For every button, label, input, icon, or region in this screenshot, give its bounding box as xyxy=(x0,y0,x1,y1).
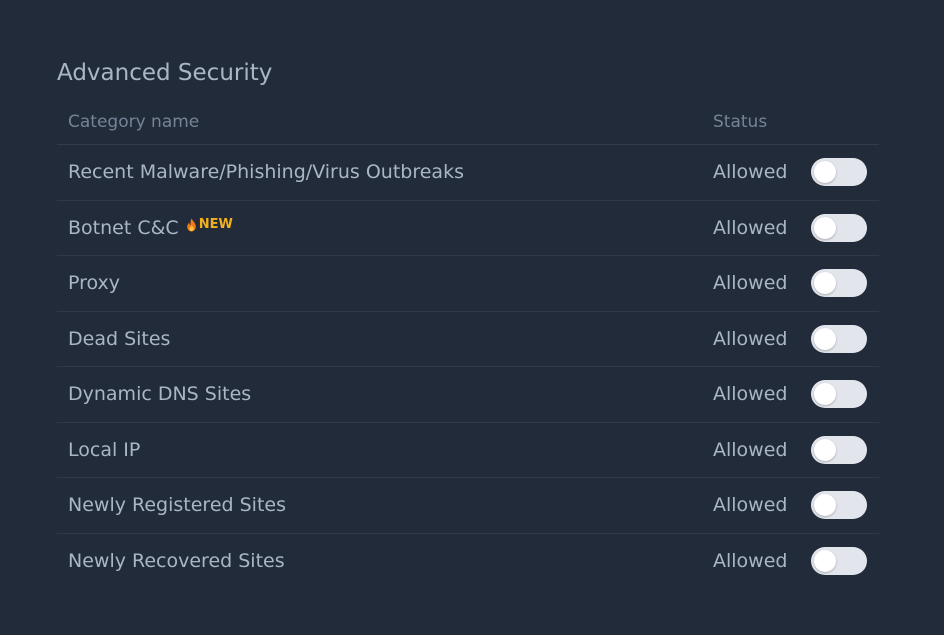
table-row: Recent Malware/Phishing/Virus Outbreaks … xyxy=(57,145,879,201)
category-name-cell: Newly Recovered Sites xyxy=(57,550,713,572)
toggle-knob xyxy=(814,549,836,572)
category-name-cell: Local IP xyxy=(57,439,713,461)
category-name-cell: Dynamic DNS Sites xyxy=(57,383,713,405)
allow-toggle[interactable] xyxy=(811,269,867,298)
table-row: Dynamic DNS Sites Allowed xyxy=(57,367,879,423)
header-status: Status xyxy=(713,112,768,132)
status-text: Allowed xyxy=(713,383,788,406)
category-name-cell: Recent Malware/Phishing/Virus Outbreaks xyxy=(57,161,713,183)
toggle-knob xyxy=(814,216,836,239)
table-header: Category name Status xyxy=(57,100,879,145)
category-name: Dynamic DNS Sites xyxy=(68,383,252,406)
toggle-knob xyxy=(814,494,836,517)
status-cell: Allowed xyxy=(713,324,879,353)
status-cell: Allowed xyxy=(713,491,879,520)
allow-toggle[interactable] xyxy=(811,213,867,242)
toggle-knob xyxy=(814,327,836,350)
table-row: Newly Recovered Sites Allowed xyxy=(57,534,879,589)
allow-toggle[interactable] xyxy=(811,435,867,464)
toggle-knob xyxy=(814,438,836,461)
status-cell: Allowed xyxy=(713,269,879,298)
category-name: Recent Malware/Phishing/Virus Outbreaks xyxy=(68,161,464,184)
table-row: Proxy Allowed xyxy=(57,256,879,312)
category-name: Proxy xyxy=(68,272,121,295)
status-text: Allowed xyxy=(713,494,788,517)
allow-toggle[interactable] xyxy=(811,324,867,353)
status-text: Allowed xyxy=(713,327,788,350)
status-cell: Allowed xyxy=(713,158,879,187)
toggle-knob xyxy=(814,161,836,184)
table-row: Local IP Allowed xyxy=(57,423,879,478)
toggle-knob xyxy=(814,383,836,406)
status-cell: Allowed xyxy=(713,380,879,409)
category-name: Newly Registered Sites xyxy=(68,494,286,517)
status-cell: Allowed xyxy=(713,546,879,575)
allow-toggle[interactable] xyxy=(811,380,867,409)
category-name: Newly Recovered Sites xyxy=(68,549,285,572)
advanced-security-panel: Advanced Security Category name Status R… xyxy=(57,56,879,588)
category-name-cell: Proxy xyxy=(57,272,713,294)
status-cell: Allowed xyxy=(713,213,879,242)
status-text: Allowed xyxy=(713,272,788,295)
badge-label: NEW xyxy=(198,217,233,233)
category-name-cell: Newly Registered Sites xyxy=(57,494,713,516)
allow-toggle[interactable] xyxy=(811,546,867,575)
category-name: Dead Sites xyxy=(68,327,171,350)
status-text: Allowed xyxy=(713,161,788,184)
table-row: Dead Sites Allowed xyxy=(57,312,879,367)
header-category-name: Category name xyxy=(68,112,200,132)
allow-toggle[interactable] xyxy=(811,158,867,187)
new-badge: NEW xyxy=(186,217,233,232)
status-text: Allowed xyxy=(713,549,788,572)
table-row: Newly Registered Sites Allowed xyxy=(57,478,879,534)
fire-icon xyxy=(186,218,196,232)
status-text: Allowed xyxy=(713,438,788,461)
category-name-cell: Botnet C&C NEW xyxy=(57,217,713,239)
status-text: Allowed xyxy=(713,216,788,239)
category-name: Botnet C&C xyxy=(68,216,179,239)
category-name: Local IP xyxy=(68,438,141,461)
allow-toggle[interactable] xyxy=(811,491,867,520)
table-row: Botnet C&C NEW Allowed xyxy=(57,201,879,256)
section-title: Advanced Security xyxy=(57,60,273,86)
category-list: Recent Malware/Phishing/Virus Outbreaks … xyxy=(57,145,879,588)
status-cell: Allowed xyxy=(713,435,879,464)
toggle-knob xyxy=(814,272,836,295)
category-name-cell: Dead Sites xyxy=(57,328,713,350)
